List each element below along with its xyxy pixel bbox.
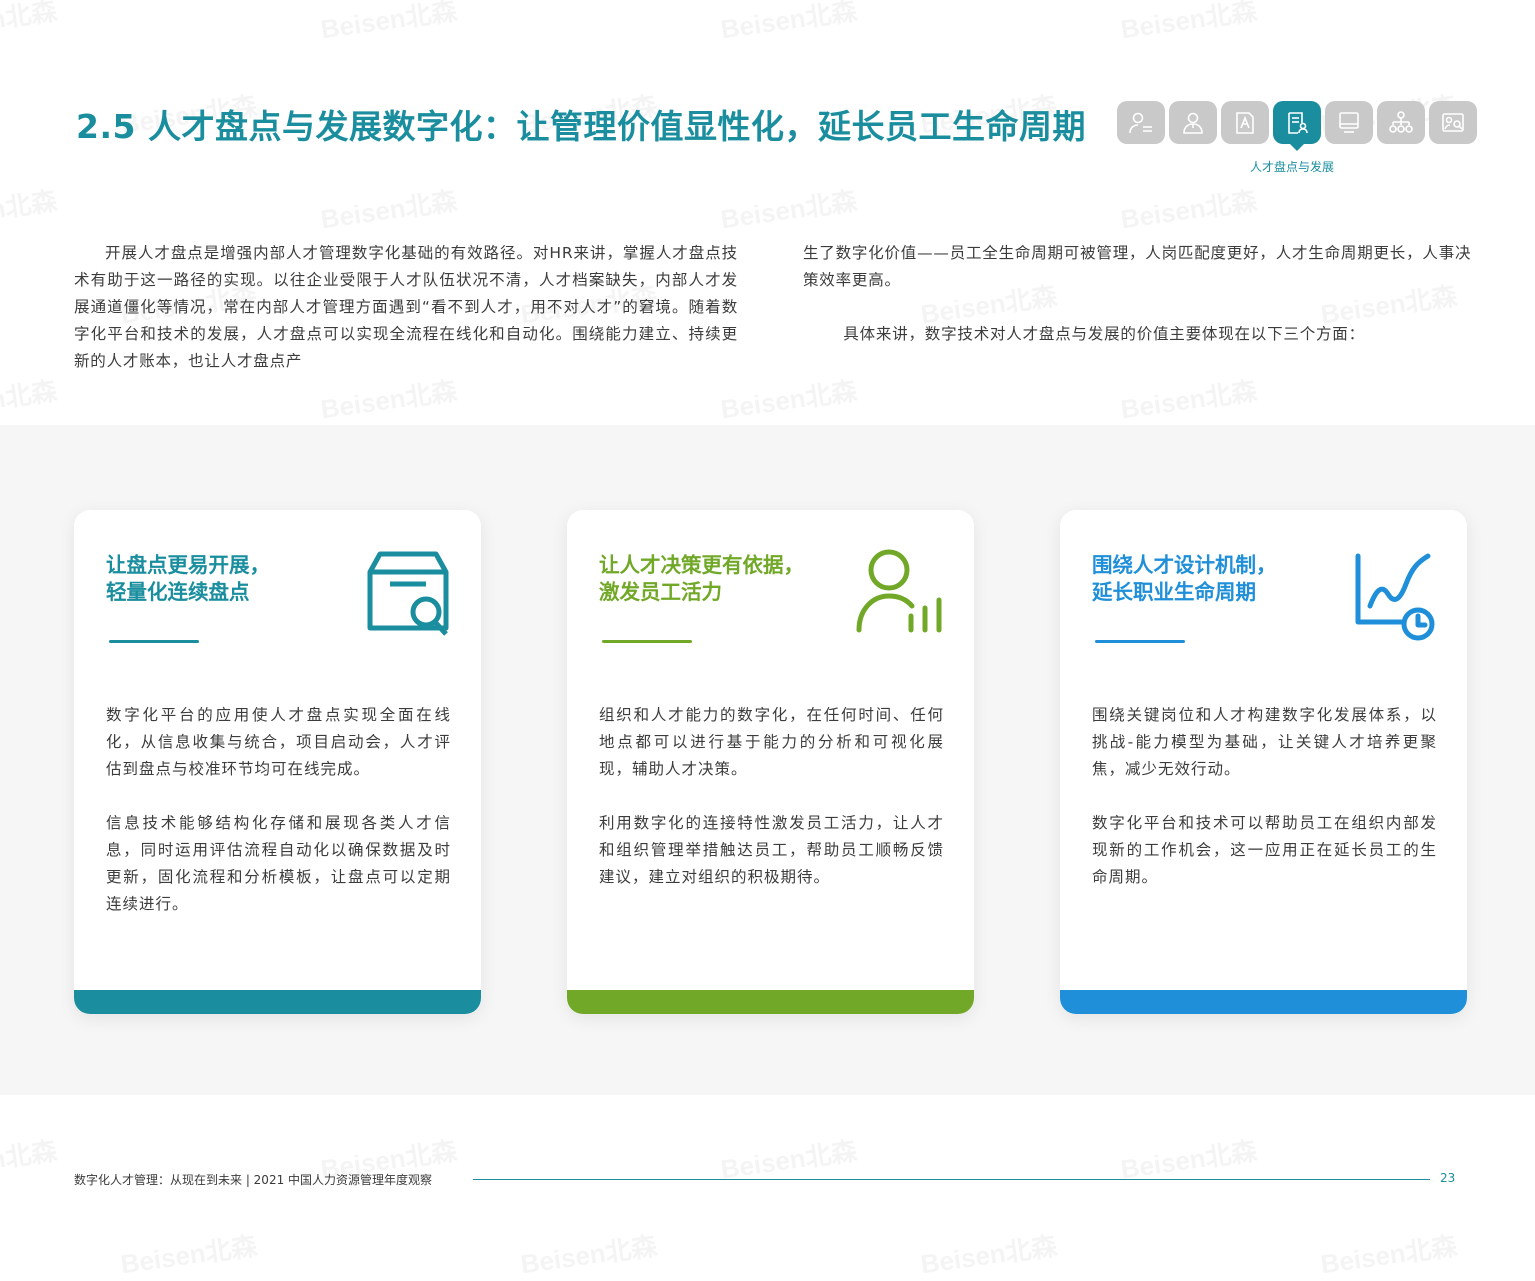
card-heading: 围绕人才设计机制， 延长职业生命周期	[1092, 552, 1277, 606]
card-bottom-bar	[74, 990, 481, 1014]
card-paragraph-2: 数字化平台和技术可以帮助员工在组织内部发现新的工作机会，这一应用正在延长员工的生…	[1092, 814, 1437, 886]
card-heading-underline	[1095, 640, 1185, 643]
intro-right-paragraph-2: 具体来讲，数字技术对人才盘点与发展的价值主要体现在以下三个方面：	[843, 325, 1365, 343]
nav-person-icon[interactable]	[1169, 101, 1217, 144]
watermark-text: Beisen北森	[718, 0, 859, 46]
watermark-text: Beisen北森	[1118, 1131, 1259, 1187]
nav-checklist-person-icon[interactable]	[1273, 101, 1321, 151]
card-heading-line-1: 让盘点更易开展，	[106, 553, 270, 577]
active-section-caption: 人才盘点与发展	[1250, 160, 1335, 174]
card-heading-line-2: 激发员工活力	[599, 580, 722, 604]
footer-divider	[473, 1179, 1430, 1180]
watermark-text: Beisen北森	[918, 1226, 1059, 1281]
nav-person-list-icon[interactable]	[1117, 101, 1165, 144]
nav-screen-icon[interactable]	[1325, 101, 1373, 144]
watermark-text: Beisen北森	[318, 181, 459, 237]
card-body: 数字化平台的应用使人才盘点实现全面在线化，从信息收集与统合，项目启动会，人才评估…	[106, 702, 451, 945]
watermark-text: Beisen北森	[718, 181, 859, 237]
watermark-text: Beisen北森	[0, 371, 59, 427]
watermark-text: Beisen北森	[718, 1131, 859, 1187]
watermark-text: Beisen北森	[0, 181, 59, 237]
watermark-text: Beisen北森	[1118, 371, 1259, 427]
card-heading-line-2: 轻量化连续盘点	[106, 580, 250, 604]
card-heading-underline	[109, 640, 199, 643]
footer-report-title: 数字化人才管理：从现在到未来 | 2021 中国人力资源管理年度观察	[74, 1173, 433, 1187]
card-body: 围绕关键岗位和人才构建数字化发展体系，以挑战-能力模型为基础，让关键人才培养更聚…	[1092, 702, 1437, 918]
card-paragraph-1: 数字化平台的应用使人才盘点实现全面在线化，从信息收集与统合，项目启动会，人才评估…	[106, 706, 451, 778]
intro-left-paragraph: 开展人才盘点是增强内部人才管理数字化基础的有效路径。对HR来讲，掌握人才盘点技术…	[74, 244, 738, 370]
card-paragraph-1: 围绕关键岗位和人才构建数字化发展体系，以挑战-能力模型为基础，让关键人才培养更聚…	[1092, 706, 1437, 778]
watermark-text: Beisen北森	[1118, 0, 1259, 46]
watermark-text: Beisen北森	[318, 371, 459, 427]
card-decision: 让人才决策更有依据， 激发员工活力 组织和人才能力的数字化，在任何时间、任何地点…	[567, 510, 974, 1014]
section-nav	[1117, 101, 1477, 151]
watermark-text: Beisen北森	[318, 0, 459, 46]
box-search-icon	[367, 551, 449, 636]
card-paragraph-2: 利用数字化的连接特性激发员工活力，让人才和组织管理举措触达员工，帮助员工顺畅反馈…	[599, 814, 944, 886]
nav-image-search-icon[interactable]	[1429, 101, 1477, 144]
watermark-text: Beisen北森	[518, 1226, 659, 1281]
page-title: 2.5 人才盘点与发展数字化：让管理价值显性化，延长员工生命周期	[76, 107, 1086, 146]
watermark-text: Beisen北森	[1318, 1226, 1459, 1281]
card-body: 组织和人才能力的数字化，在任何时间、任何地点都可以进行基于能力的分析和可视化展现…	[599, 702, 944, 918]
nav-org-chart-icon[interactable]	[1377, 101, 1425, 144]
watermark-text: Beisen北森	[118, 1226, 259, 1281]
card-bottom-bar	[1060, 990, 1467, 1014]
nav-document-a-icon[interactable]	[1221, 101, 1269, 144]
card-mechanism: 围绕人才设计机制， 延长职业生命周期 围绕关键岗位和人才构建数字化发展体系，以挑…	[1060, 510, 1467, 1014]
page-number: 23	[1440, 1171, 1456, 1185]
person-chart-icon	[856, 549, 942, 633]
card-inventory: 让盘点更易开展， 轻量化连续盘点 数字化平台的应用使人才盘点实现全面在线化，从信…	[74, 510, 481, 1014]
trend-clock-icon	[1355, 553, 1435, 641]
intro-right-paragraph-1: 生了数字化价值——员工全生命周期可被管理，人岗匹配度更好，人才生命周期更长，人事…	[803, 244, 1472, 289]
card-bottom-bar	[567, 990, 974, 1014]
card-heading-line-1: 围绕人才设计机制，	[1092, 553, 1277, 577]
intro-right-column: 生了数字化价值——员工全生命周期可被管理，人岗匹配度更好，人才生命周期更长，人事…	[803, 240, 1473, 348]
watermark-text: Beisen北森	[718, 371, 859, 427]
card-heading-underline	[602, 640, 692, 643]
watermark-text: Beisen北森	[0, 1131, 59, 1187]
watermark-text: Beisen北森	[1118, 181, 1259, 237]
watermark-text: Beisen北森	[0, 0, 59, 46]
card-heading: 让盘点更易开展， 轻量化连续盘点	[106, 552, 270, 606]
card-heading-line-1: 让人才决策更有依据，	[599, 553, 804, 577]
card-heading: 让人才决策更有依据， 激发员工活力	[599, 552, 804, 606]
card-paragraph-2: 信息技术能够结构化存储和展现各类人才信息，同时运用评估流程自动化以确保数据及时更…	[106, 814, 451, 913]
card-heading-line-2: 延长职业生命周期	[1092, 580, 1256, 604]
card-paragraph-1: 组织和人才能力的数字化，在任何时间、任何地点都可以进行基于能力的分析和可视化展现…	[599, 706, 944, 778]
